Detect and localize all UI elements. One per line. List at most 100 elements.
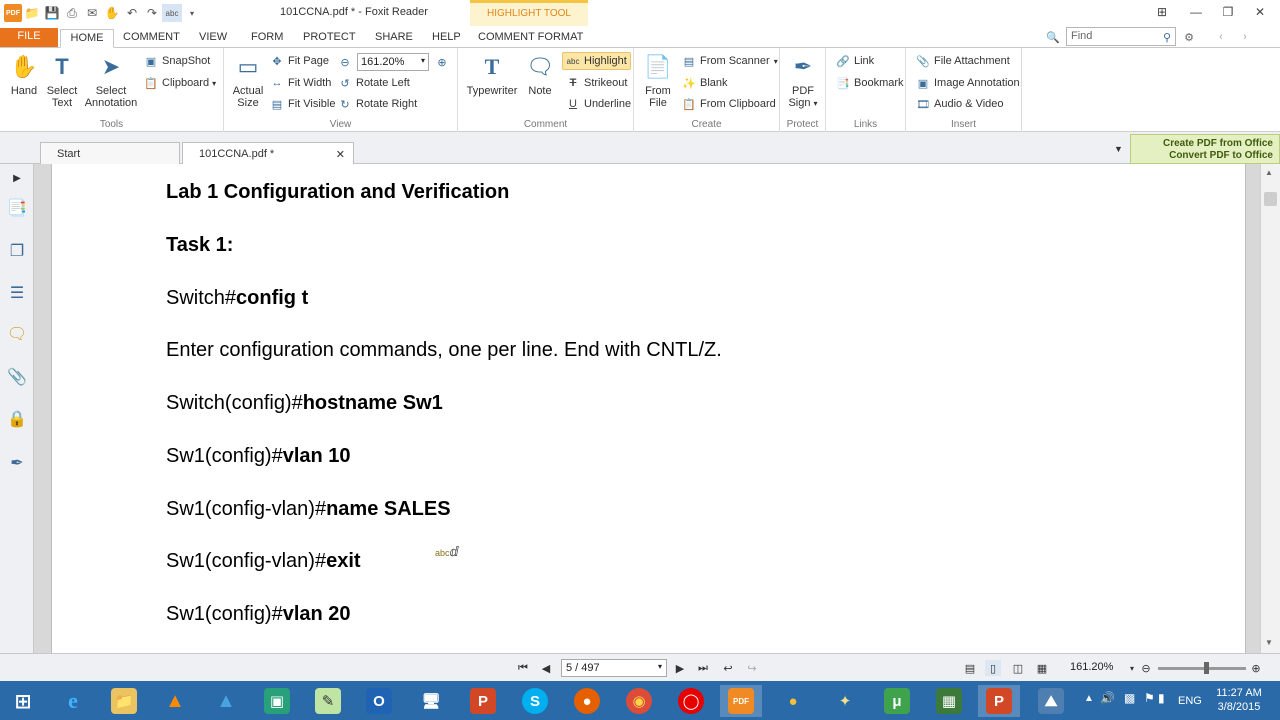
tab-form[interactable]: FORM — [251, 29, 283, 48]
zoom-out-icon[interactable]: ⊖ — [1138, 660, 1154, 676]
outlook-icon[interactable]: O — [358, 685, 400, 717]
redo-icon[interactable]: ↷ — [142, 4, 162, 22]
from-scanner-button[interactable]: ▤ From Scanner ▾ — [682, 52, 778, 70]
camtasia-icon[interactable]: ▣ — [256, 685, 298, 717]
next-result-icon[interactable]: › — [1238, 30, 1252, 44]
photo-viewer-icon[interactable]: ⛰ — [1030, 685, 1072, 717]
tab-home[interactable]: HOME — [60, 29, 114, 48]
layers-panel-icon[interactable]: ☰ — [5, 281, 29, 305]
select-text-button[interactable]: T Select Text — [38, 52, 86, 110]
save-icon[interactable]: 💾 — [42, 4, 62, 22]
terminal-app-icon[interactable]: ▦ — [928, 685, 970, 717]
image-annotation-button[interactable]: ▣ Image Annotation — [916, 74, 1020, 92]
search-icon[interactable]: ⚲ — [1160, 30, 1174, 44]
from-clipboard-button[interactable]: 📋 From Clipboard — [682, 95, 776, 113]
language-indicator[interactable]: ENG — [1178, 695, 1202, 707]
powerpoint-pinned-icon[interactable]: P — [462, 685, 504, 717]
zoom-in-icon[interactable]: ⊕ — [1248, 660, 1264, 676]
actual-size-button[interactable]: ▭ Actual Size — [224, 52, 272, 110]
zoom-slider-handle[interactable] — [1204, 662, 1209, 674]
bookmark-button[interactable]: 📑 Bookmark — [836, 74, 903, 92]
comments-panel-icon[interactable]: 🗨 — [5, 322, 29, 346]
print-icon[interactable]: ⎙ — [62, 4, 82, 22]
foxit-reader-taskbar-icon[interactable]: PDF — [720, 685, 762, 717]
skype-icon[interactable]: S — [514, 685, 556, 717]
firefox-icon[interactable]: ● — [566, 685, 608, 717]
close-button[interactable]: ✕ — [1248, 2, 1272, 22]
pdf-page[interactable]: Lab 1 Configuration and Verification Tas… — [51, 164, 1246, 653]
last-page-icon[interactable]: ⏭ — [695, 660, 711, 676]
link-button[interactable]: 🔗 Link — [836, 52, 874, 70]
file-explorer-icon[interactable]: 📁 — [103, 685, 145, 717]
molecule-app-icon[interactable]: ● — [772, 685, 814, 717]
help-options-icon[interactable]: ⊞ — [1150, 2, 1174, 22]
internet-explorer-icon[interactable]: e — [52, 685, 94, 717]
tab-comment[interactable]: COMMENT — [123, 29, 180, 48]
volume-icon[interactable]: 🔊 — [1100, 691, 1115, 705]
scroll-down-icon[interactable]: ▼ — [1265, 638, 1273, 647]
tab-protect[interactable]: PROTECT — [303, 29, 356, 48]
zoom-out-icon[interactable]: ⊖ — [338, 55, 352, 69]
pdf-sign-button[interactable]: ✒ PDF Sign ▾ — [780, 52, 826, 110]
utorrent-icon[interactable]: μ — [876, 685, 918, 717]
scroll-up-icon[interactable]: ▲ — [1265, 168, 1273, 177]
hand-quick-icon[interactable]: ✋ — [102, 4, 122, 22]
customize-dropdown-icon[interactable]: ▾ — [182, 4, 202, 22]
promo-banner[interactable]: Create PDF from Office Convert PDF to Of… — [1130, 134, 1280, 164]
vertical-scrollbar[interactable]: ▲ ▼ — [1260, 164, 1280, 653]
next-page-icon[interactable]: ▶ — [672, 660, 688, 676]
scrollbar-thumb[interactable] — [1264, 192, 1277, 206]
first-page-icon[interactable]: ⏮ — [515, 660, 531, 676]
doc-tab-start[interactable]: Start — [40, 142, 180, 164]
vlc-icon[interactable]: ▲ — [154, 685, 196, 717]
fit-width-button[interactable]: ↔ Fit Width — [270, 74, 332, 92]
minimize-button[interactable]: — — [1184, 2, 1208, 22]
attachments-panel-icon[interactable]: 📎 — [5, 365, 29, 389]
wand-app-icon[interactable]: ✦ — [824, 685, 866, 717]
previous-page-icon[interactable]: ◀ — [538, 660, 554, 676]
previous-result-icon[interactable]: ‹ — [1214, 30, 1228, 44]
select-annotation-button[interactable]: ➤ Select Annotation — [84, 52, 138, 110]
fit-page-button[interactable]: ✥ Fit Page — [270, 52, 329, 70]
security-lock-icon[interactable]: 🔒 — [5, 407, 29, 431]
find-options-icon[interactable]: 🔍 — [1046, 30, 1060, 44]
tab-comment-format[interactable]: COMMENT FORMAT — [478, 29, 583, 48]
underline-button[interactable]: U Underline — [566, 95, 631, 113]
email-icon[interactable]: ✉ — [82, 4, 102, 22]
note-button[interactable]: 🗨 Note — [516, 52, 564, 98]
windows-start-icon[interactable]: ⊞ — [2, 685, 44, 717]
tray-expand-icon[interactable]: ▲ — [1084, 693, 1094, 704]
doc-tab-101ccna[interactable]: 101CCNA.pdf * ✕ — [182, 142, 354, 164]
document-viewport[interactable]: Lab 1 Configuration and Verification Tas… — [34, 164, 1260, 653]
zoom-in-icon[interactable]: ⊕ — [435, 55, 449, 69]
rotate-left-button[interactable]: ↺ Rotate Left — [338, 74, 409, 92]
open-folder-icon[interactable]: 📁 — [22, 4, 42, 22]
tab-file[interactable]: FILE — [0, 28, 58, 47]
from-file-button[interactable]: 📄 From File — [634, 52, 682, 110]
tab-share[interactable]: SHARE — [375, 29, 413, 48]
tab-help[interactable]: HELP — [432, 29, 461, 48]
powerpoint-taskbar-icon[interactable]: P — [978, 685, 1020, 717]
battery-icon[interactable]: ▮ — [1158, 691, 1165, 705]
file-attachment-button[interactable]: 📎 File Attachment — [916, 52, 1010, 70]
vodafone-icon[interactable]: ◯ — [670, 685, 712, 717]
pages-panel-icon[interactable]: ❐ — [5, 239, 29, 263]
sail-app-icon[interactable]: ▲ — [205, 685, 247, 717]
next-view-icon[interactable]: ↪ — [744, 660, 760, 676]
blank-button[interactable]: ✨ Blank — [682, 74, 727, 92]
previous-view-icon[interactable]: ↩ — [720, 660, 736, 676]
notes-app-icon[interactable]: ✎ — [307, 685, 349, 717]
bookmarks-panel-icon[interactable]: 📑 — [5, 196, 29, 220]
expand-panel-icon[interactable]: ▶ — [5, 166, 29, 190]
gear-icon[interactable]: ⚙ — [1182, 30, 1196, 44]
network-app-icon[interactable]: 🖥 — [410, 685, 452, 717]
typewriter-button[interactable]: T Typewriter — [466, 52, 518, 98]
clipboard-button[interactable]: 📋 Clipboard ▾ — [144, 74, 216, 92]
facing-page-icon[interactable]: ◫ — [1010, 660, 1026, 676]
system-clock[interactable]: 11:27 AM 3/8/2015 — [1205, 686, 1273, 714]
fit-visible-button[interactable]: ▤ Fit Visible — [270, 95, 336, 113]
zoom-select[interactable]: 161.20% ▾ — [357, 53, 429, 71]
flag-icon[interactable]: ⚑ — [1144, 691, 1155, 705]
zoom-slider[interactable] — [1158, 662, 1246, 674]
page-number-input[interactable]: 5 / 497 ▾ — [561, 659, 667, 677]
